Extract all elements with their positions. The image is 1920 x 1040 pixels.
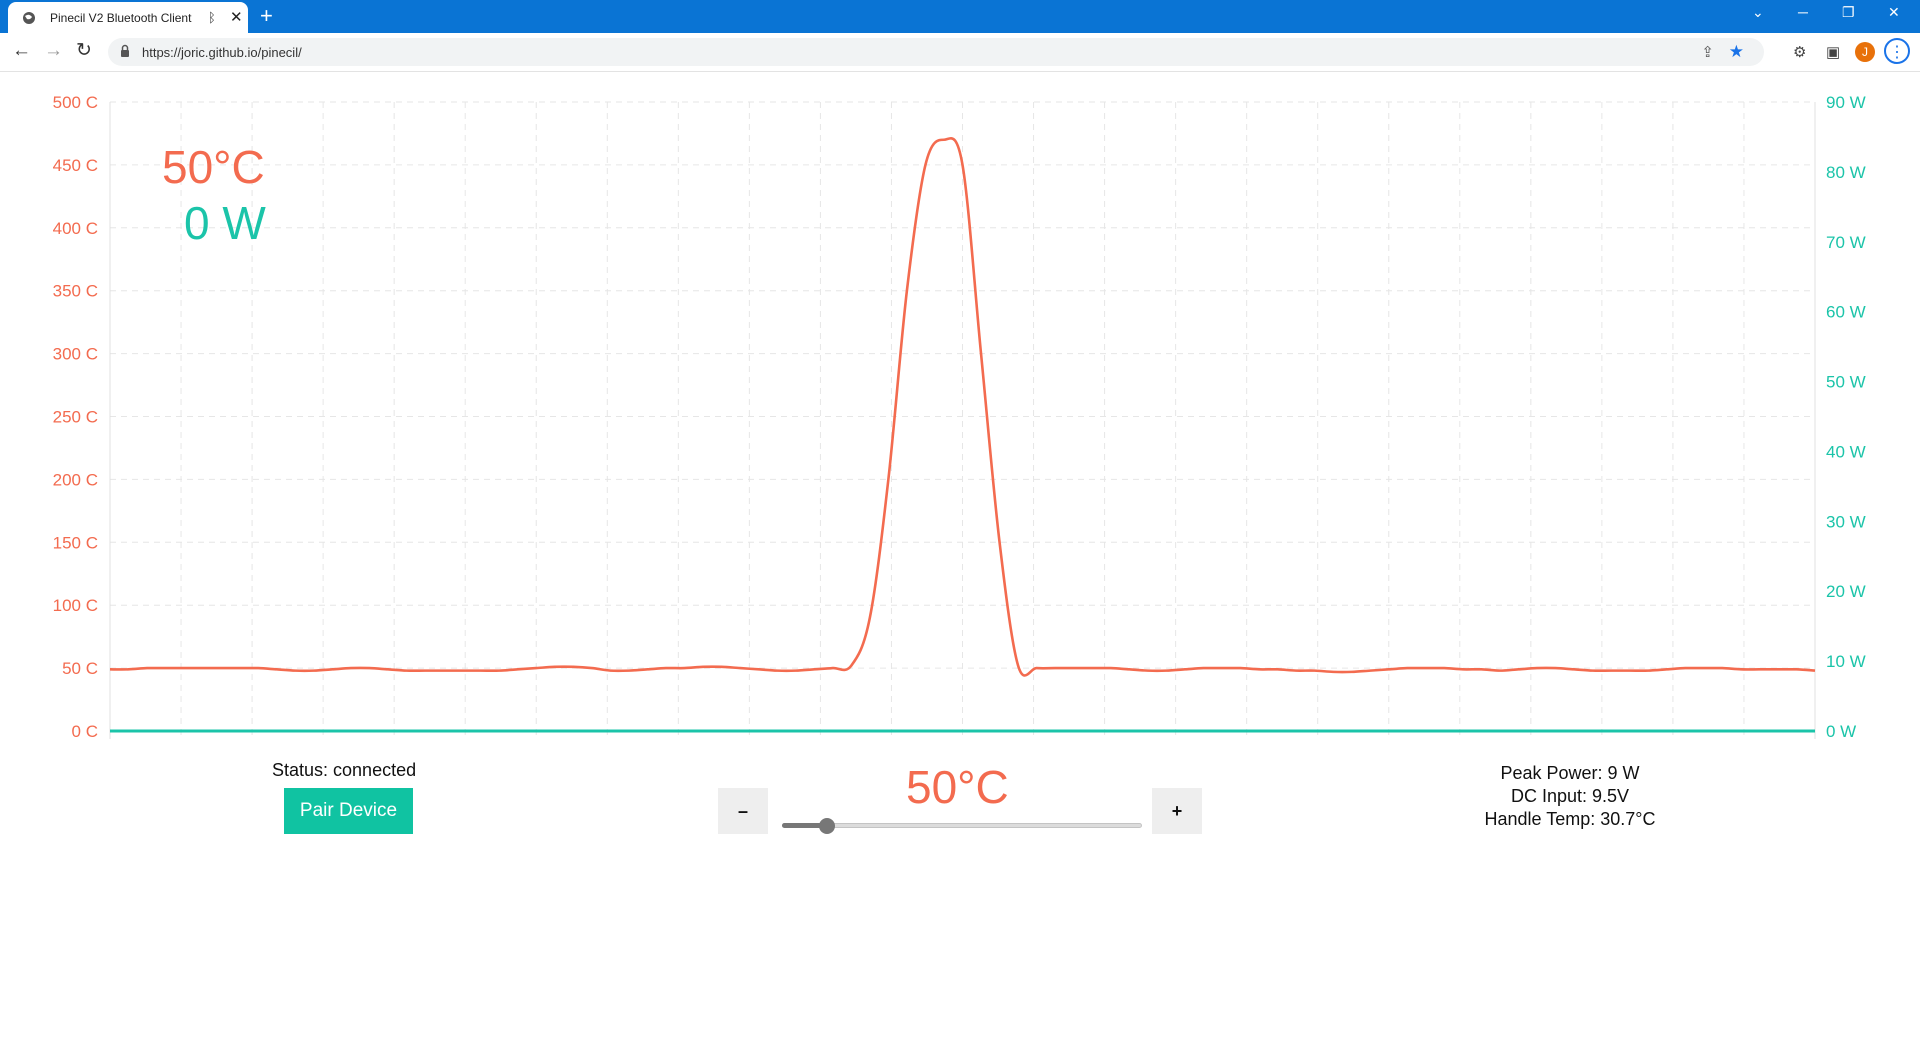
temperature-tick-label: 450 C [53, 156, 98, 175]
back-button[interactable]: ← [12, 40, 31, 62]
bluetooth-icon: ᛒ [208, 10, 216, 25]
bookmark-star-icon[interactable]: ★ [1729, 42, 1744, 62]
power-tick-label: 90 W [1826, 93, 1866, 112]
extensions-puzzle-icon[interactable]: ⚙ [1793, 43, 1806, 61]
power-tick-label: 40 W [1826, 442, 1866, 461]
slider-thumb[interactable] [819, 818, 835, 834]
temperature-slider[interactable] [782, 818, 1142, 834]
profile-avatar[interactable]: J [1855, 42, 1875, 62]
power-tick-label: 70 W [1826, 233, 1866, 252]
temperature-series-line [109, 137, 1816, 677]
reload-button[interactable]: ↻ [76, 40, 92, 62]
url-text: https://joric.github.io/pinecil/ [142, 45, 302, 60]
power-tick-label: 0 W [1826, 722, 1856, 741]
tab-title: Pinecil V2 Bluetooth Client [50, 11, 192, 25]
temperature-tick-label: 400 C [53, 219, 98, 238]
handle-temp: Handle Temp: 30.7°C [1484, 809, 1656, 829]
forward-button[interactable]: → [44, 40, 63, 62]
browser-tab[interactable]: Pinecil V2 Bluetooth Client ᛒ ✕ [8, 2, 248, 33]
temperature-axis: 500 C 450 C 400 C 350 C 300 C 250 C 200 C 150 C… [53, 93, 98, 741]
temperature-tick-label: 150 C [53, 533, 98, 552]
temperature-tick-label: 250 C [53, 408, 98, 427]
connection-status: Status: connected [272, 760, 417, 780]
restore-button[interactable]: ❐ [1842, 4, 1855, 21]
decrease-temperature-button[interactable]: – [718, 788, 768, 834]
temperature-tick-label: 200 C [53, 470, 98, 489]
dc-input: DC Input: 9.5V [1510, 786, 1630, 806]
peak-power: Peak Power: 9 W [1500, 763, 1640, 783]
chart-grid [109, 101, 1816, 739]
temperature-tick-label: 300 C [53, 345, 98, 364]
setpoint-temperature: 50°C [906, 761, 1009, 813]
power-tick-label: 60 W [1826, 303, 1866, 322]
temperature-tick-label: 350 C [53, 282, 98, 301]
power-tick-label: 10 W [1826, 652, 1866, 671]
temperature-tick-label: 500 C [53, 93, 98, 112]
power-tick-label: 50 W [1826, 373, 1866, 392]
current-temperature-readout: 50°C [162, 141, 265, 193]
minimize-button[interactable]: ─ [1798, 4, 1808, 20]
globe-icon [23, 12, 35, 24]
side-panel-icon[interactable]: ▣ [1826, 43, 1840, 61]
tab-close-icon[interactable]: ✕ [230, 8, 243, 26]
temperature-power-chart: 500 C 450 C 400 C 350 C 300 C 250 C 200 C 150 C… [53, 93, 1866, 741]
share-icon[interactable]: ⇪ [1701, 43, 1714, 61]
browser-menu-icon[interactable]: ⋮ [1884, 38, 1910, 64]
power-tick-label: 20 W [1826, 582, 1866, 601]
power-axis: 90 W 80 W 70 W 60 W 50 W 40 W 30 W 20 W 10 W 0 W [1826, 93, 1866, 741]
power-tick-label: 80 W [1826, 163, 1866, 182]
tab-search-icon[interactable]: ⌄ [1752, 4, 1764, 21]
lock-icon [121, 44, 129, 57]
temperature-tick-label: 100 C [53, 596, 98, 615]
new-tab-button[interactable]: + [260, 4, 273, 28]
current-power-readout: 0 W [184, 197, 266, 249]
increase-temperature-button[interactable]: + [1152, 788, 1202, 834]
slider-track [782, 823, 1142, 828]
browser-toolbar: ← → ↻ https://joric.github.io/pinecil/ ⇪… [0, 33, 1920, 72]
address-bar[interactable]: https://joric.github.io/pinecil/ ⇪ ★ [108, 38, 1764, 66]
power-tick-label: 30 W [1826, 512, 1866, 531]
pair-device-button[interactable]: Pair Device [284, 788, 413, 834]
window-close-button[interactable]: ✕ [1888, 4, 1900, 21]
device-stats: Peak Power: 9 W DC Input: 9.5V Handle Te… [1470, 762, 1670, 831]
temperature-tick-label: 50 C [62, 659, 98, 678]
browser-tab-strip: Pinecil V2 Bluetooth Client ᛒ ✕ + ⌄ ─ ❐ … [0, 0, 1920, 33]
temperature-tick-label: 0 C [72, 722, 98, 741]
